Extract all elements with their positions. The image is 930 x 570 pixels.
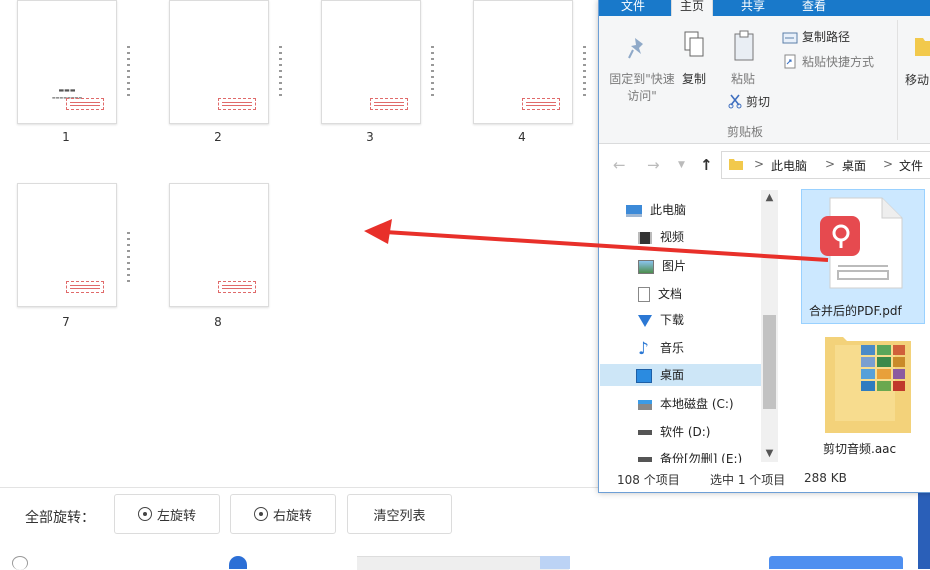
breadcrumb-this-pc[interactable]: 此电脑 <box>771 157 807 174</box>
nav-pane-scrollbar[interactable]: ▲ ▼ <box>761 190 778 462</box>
drag-handle[interactable] <box>279 46 282 100</box>
computer-icon <box>626 204 642 217</box>
file-item-aac[interactable]: 剪切音频.aac <box>812 328 924 462</box>
breadcrumb-separator: > <box>754 157 765 171</box>
up-arrow-icon[interactable]: ↑ <box>700 156 713 174</box>
music-note-icon: ♪ <box>638 338 649 359</box>
tab-home[interactable]: 主页 <box>671 0 714 16</box>
radio-option-icon[interactable] <box>12 556 28 570</box>
scroll-up-icon[interactable]: ▲ <box>761 192 778 203</box>
folder-images-icon <box>825 337 911 433</box>
cut-icon <box>728 94 742 109</box>
paste-icon <box>734 30 754 61</box>
copy-path-icon <box>782 32 798 44</box>
tab-share[interactable]: 共享 <box>741 0 765 16</box>
ribbon-tab-bar: 文件 主页 共享 查看 <box>599 0 930 16</box>
page-number: 2 <box>214 130 222 144</box>
thumbnail-stamp <box>66 281 104 293</box>
thumbnail-stamp <box>66 98 104 110</box>
paste-shortcut-icon <box>784 54 796 69</box>
page-number: 7 <box>62 315 70 329</box>
rotate-left-label: 左旋转 <box>156 508 196 524</box>
thumbnail-stamp <box>370 98 408 110</box>
status-selected-size: 288 KB <box>804 471 847 485</box>
drag-handle[interactable] <box>583 46 586 100</box>
output-path-field[interactable] <box>357 556 569 570</box>
page-thumbnail[interactable] <box>321 0 421 124</box>
folder-icon <box>729 159 743 170</box>
page-thumbnail[interactable] <box>17 183 117 307</box>
clear-list-label: 清空列表 <box>373 508 426 524</box>
rotate-right-label: 右旋转 <box>272 508 312 524</box>
rotate-all-label: 全部旋转： <box>25 510 95 526</box>
pin-icon <box>628 38 643 59</box>
status-item-count: 108 个项目 <box>617 473 680 487</box>
breadcrumb-separator: > <box>825 157 836 171</box>
document-icon <box>638 287 650 302</box>
drag-handle[interactable] <box>127 46 130 100</box>
copy-button[interactable]: 复制 <box>682 71 706 88</box>
start-button[interactable] <box>769 556 903 569</box>
nav-this-pc[interactable]: 此电脑 <box>626 199 776 221</box>
arrow-head <box>364 219 392 244</box>
move-to-folder-icon <box>915 38 930 56</box>
thumbnail-stamp <box>218 281 256 293</box>
download-arrow-icon <box>638 314 652 327</box>
page-thumbnail[interactable] <box>473 0 573 124</box>
file-item-pdf[interactable]: 合并后的PDF.pdf <box>801 189 925 324</box>
page-thumbnail[interactable] <box>169 0 269 124</box>
ribbon-divider <box>897 20 898 140</box>
copy-icon <box>684 31 704 57</box>
clear-list-button[interactable]: 清空列表 <box>347 494 452 534</box>
breadcrumb-separator: > <box>883 157 894 171</box>
side-accent-bar <box>918 480 930 569</box>
rotate-left-button[interactable]: 左旋转 <box>114 494 220 534</box>
breadcrumb-desktop[interactable]: 桌面 <box>842 157 866 174</box>
desktop-icon <box>636 368 652 383</box>
rotate-left-icon <box>137 507 152 521</box>
rotate-right-icon <box>253 507 268 521</box>
tab-file[interactable]: 文件 <box>621 0 645 16</box>
video-icon <box>638 231 652 244</box>
pin-quick-access-button[interactable]: 固定到"快速访问" <box>609 71 675 105</box>
status-selected-count: 选中 1 个项目 <box>710 473 786 487</box>
copy-path-button[interactable]: 复制路径 <box>802 29 850 46</box>
forward-arrow-icon[interactable]: → <box>647 156 660 174</box>
tab-view[interactable]: 查看 <box>802 0 826 16</box>
thumbnail-stamp <box>522 98 560 110</box>
recent-dropdown-icon[interactable]: ▼ <box>678 160 685 170</box>
page-thumbnail[interactable]: ▬▬▬ ▬▬▬▬▬▬▬▬ <box>17 0 117 124</box>
nav-desktop[interactable]: 桌面 <box>600 364 762 386</box>
back-arrow-icon[interactable]: ← <box>613 156 626 174</box>
browse-button[interactable] <box>540 556 570 569</box>
thumbnail-title-text: ▬▬▬ <box>58 87 76 94</box>
paste-shortcut-button[interactable]: 粘贴快捷方式 <box>802 54 874 71</box>
drive-icon <box>638 457 652 462</box>
ribbon-home: 固定到"快速访问" 复制 粘贴 复制路径 粘贴快捷方式 剪切 剪贴板 移动 <box>599 16 930 144</box>
pdf-file-icon <box>820 197 903 289</box>
scroll-down-icon[interactable]: ▼ <box>761 448 778 459</box>
page-number: 4 <box>518 130 526 144</box>
page-thumbnail[interactable] <box>169 183 269 307</box>
file-name: 合并后的PDF.pdf <box>809 304 902 318</box>
move-to-button[interactable]: 移动 <box>905 72 929 89</box>
page-number: 3 <box>366 130 374 144</box>
file-name: 剪切音频.aac <box>823 442 897 456</box>
drag-handle[interactable] <box>431 46 434 100</box>
picture-icon <box>638 259 654 274</box>
breadcrumb-files[interactable]: 文件 <box>899 157 923 174</box>
drive-icon <box>638 430 652 435</box>
scrollbar-thumb[interactable] <box>763 315 776 409</box>
paste-button[interactable]: 粘贴 <box>731 71 755 88</box>
rotate-right-button[interactable]: 右旋转 <box>230 494 336 534</box>
clipboard-group-label: 剪贴板 <box>727 125 764 139</box>
cut-button[interactable]: 剪切 <box>746 94 770 111</box>
page-number: 1 <box>62 130 70 144</box>
thumbnail-stamp <box>218 98 256 110</box>
page-number: 8 <box>214 315 222 329</box>
drag-handle[interactable] <box>127 232 130 286</box>
radio-option-icon[interactable] <box>229 556 247 569</box>
system-drive-icon <box>638 399 652 410</box>
